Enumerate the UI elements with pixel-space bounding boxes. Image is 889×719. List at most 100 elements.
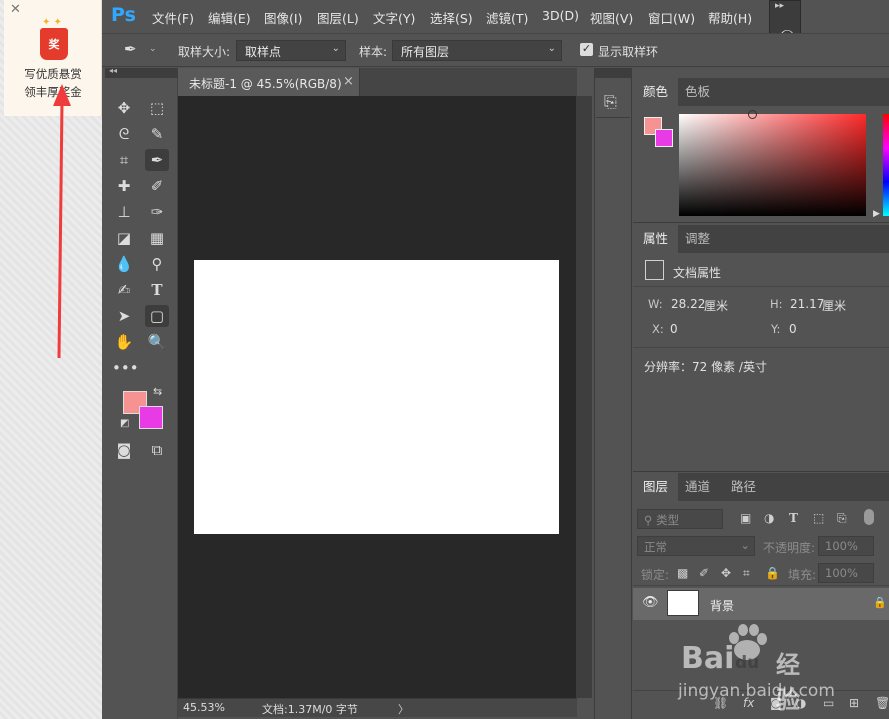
tab-paths[interactable]: 路径 bbox=[721, 473, 766, 501]
menu-view[interactable]: 视图(V) bbox=[590, 8, 633, 27]
zoom-level[interactable]: 45.53% bbox=[183, 701, 225, 714]
document-tab[interactable]: 未标题-1 @ 45.5%(RGB/8) × bbox=[178, 68, 360, 96]
opacity-input[interactable]: 100% bbox=[818, 536, 874, 556]
menu-edit[interactable]: 编辑(E) bbox=[208, 8, 251, 27]
tab-swatches[interactable]: 色板 bbox=[675, 78, 720, 106]
height-value[interactable]: 21.17 bbox=[790, 297, 824, 311]
tab-channels[interactable]: 通道 bbox=[675, 473, 720, 501]
menu-layer[interactable]: 图层(L) bbox=[317, 8, 359, 27]
layers-panel-tabs: 图层 通道 路径 bbox=[633, 473, 889, 501]
filter-adjustment-icon[interactable]: ◑ bbox=[764, 511, 774, 525]
tab-layers[interactable]: 图层 bbox=[633, 473, 679, 501]
menu-3d[interactable]: 3D(D) bbox=[542, 8, 579, 23]
layer-thumbnail[interactable] bbox=[667, 590, 699, 616]
eyedropper-tool-preset-icon[interactable]: ✒ bbox=[124, 40, 137, 58]
filter-pixel-icon[interactable]: ▣ bbox=[740, 511, 751, 525]
move-tool-icon[interactable]: ✥ bbox=[112, 97, 136, 119]
blend-mode-value: 正常 bbox=[644, 540, 667, 554]
hue-slider-handle-icon[interactable]: ▶ bbox=[873, 209, 880, 219]
close-icon[interactable]: ✕ bbox=[10, 2, 21, 17]
collapse-icon[interactable]: ◂◂ bbox=[109, 66, 117, 75]
tab-color[interactable]: 颜色 bbox=[633, 78, 679, 106]
rectangle-tool-icon[interactable]: ▢ bbox=[145, 305, 169, 327]
color-picker-field[interactable] bbox=[679, 114, 866, 216]
eyedropper-tool-icon[interactable]: ✒ bbox=[145, 149, 169, 171]
menu-image[interactable]: 图像(I) bbox=[264, 8, 302, 27]
color-picker-cursor[interactable] bbox=[748, 110, 757, 119]
document-size-info[interactable]: 文档:1.37M/0 字节 bbox=[262, 701, 358, 717]
color-panel-background-swatch[interactable] bbox=[655, 129, 673, 147]
y-value[interactable]: 0 bbox=[789, 322, 797, 336]
screen-mode-icon[interactable]: ⧉ bbox=[145, 439, 169, 461]
hand-tool-icon[interactable]: ✋ bbox=[112, 331, 136, 353]
tab-adjustments[interactable]: 调整 bbox=[675, 225, 720, 253]
menu-type[interactable]: 文字(Y) bbox=[373, 8, 415, 27]
menu-filter[interactable]: 滤镜(T) bbox=[486, 8, 528, 27]
filter-shape-icon[interactable]: ⬚ bbox=[813, 511, 824, 525]
tab-properties[interactable]: 属性 bbox=[633, 225, 679, 253]
filter-toggle[interactable] bbox=[864, 509, 874, 525]
x-value[interactable]: 0 bbox=[670, 322, 678, 336]
pen-tool-icon[interactable]: ✍ bbox=[112, 279, 136, 301]
gradient-tool-icon[interactable]: ▦ bbox=[145, 227, 169, 249]
lock-image-icon[interactable]: ✐ bbox=[699, 566, 709, 580]
menu-window[interactable]: 窗口(W) bbox=[648, 8, 695, 27]
chevron-down-icon[interactable]: ⌄ bbox=[149, 44, 157, 54]
quick-mask-icon[interactable]: ◙ bbox=[112, 439, 136, 461]
blur-tool-icon[interactable]: 💧 bbox=[112, 253, 136, 275]
document-icon bbox=[645, 260, 664, 280]
chevron-down-icon: ⌄ bbox=[740, 538, 750, 552]
show-sampling-ring-checkbox[interactable]: ✓ bbox=[580, 43, 593, 56]
watermark-brand-du: du bbox=[735, 653, 760, 673]
new-layer-icon[interactable]: ⊞ bbox=[849, 696, 859, 710]
status-menu-arrow-icon[interactable]: 〉 bbox=[398, 701, 409, 717]
history-brush-tool-icon[interactable]: ✑ bbox=[145, 201, 169, 223]
chevron-down-icon: ⌄ bbox=[547, 43, 556, 54]
filter-smart-object-icon[interactable]: ⎘ bbox=[837, 511, 847, 526]
background-color-swatch[interactable] bbox=[139, 406, 163, 429]
more-tools-icon[interactable]: ••• bbox=[112, 357, 139, 379]
quick-selection-tool-icon[interactable]: ✎ bbox=[145, 123, 169, 145]
sample-layers-value: 所有图层 bbox=[401, 45, 450, 59]
hue-slider[interactable] bbox=[883, 114, 889, 216]
zoom-tool-icon[interactable]: 🔍 bbox=[145, 331, 169, 353]
lock-artboard-icon[interactable]: ⌗ bbox=[743, 566, 750, 581]
close-icon[interactable]: × bbox=[343, 74, 354, 89]
brush-tool-icon[interactable]: ✐ bbox=[145, 175, 169, 197]
lock-all-icon[interactable]: 🔒 bbox=[765, 566, 780, 580]
eraser-tool-icon[interactable]: ◪ bbox=[112, 227, 136, 249]
width-value[interactable]: 28.22 bbox=[671, 297, 705, 311]
blend-mode-select[interactable]: 正常 ⌄ bbox=[637, 536, 755, 556]
menu-help[interactable]: 帮助(H) bbox=[708, 8, 752, 27]
lock-transparent-icon[interactable]: ▩ bbox=[677, 566, 688, 580]
sample-layers-select[interactable]: 所有图层 ⌄ bbox=[392, 40, 562, 61]
panel-dock-header[interactable] bbox=[594, 68, 632, 78]
lock-position-icon[interactable]: ✥ bbox=[721, 566, 731, 580]
sample-size-select[interactable]: 取样点 ⌄ bbox=[236, 40, 346, 61]
swap-colors-icon[interactable]: ⇆ bbox=[153, 385, 162, 398]
watermark-url: jingyan.baidu.com bbox=[678, 681, 835, 701]
layer-name[interactable]: 背景 bbox=[710, 597, 734, 614]
vertical-scrollbar[interactable] bbox=[576, 96, 592, 698]
document-canvas[interactable] bbox=[194, 260, 559, 534]
clone-stamp-tool-icon[interactable]: ⊥ bbox=[112, 201, 136, 223]
dodge-tool-icon[interactable]: ⚲ bbox=[145, 253, 169, 275]
lasso-tool-icon[interactable]: ᘓ bbox=[112, 123, 136, 145]
menu-file[interactable]: 文件(F) bbox=[152, 8, 194, 27]
layer-filter-select[interactable]: ⚲ 类型 bbox=[637, 509, 723, 529]
healing-brush-tool-icon[interactable]: ✚ bbox=[112, 175, 136, 197]
fill-input[interactable]: 100% bbox=[818, 563, 874, 583]
color-panel-tabs: 颜色 色板 bbox=[633, 78, 889, 106]
marquee-tool-icon[interactable]: ⬚ bbox=[145, 97, 169, 119]
default-colors-icon[interactable]: ◩ bbox=[120, 418, 129, 429]
delete-layer-trash-icon[interactable]: 🗑 bbox=[875, 696, 889, 710]
menu-select[interactable]: 选择(S) bbox=[430, 8, 473, 27]
filter-type-icon[interactable]: T bbox=[789, 511, 798, 525]
expand-icon[interactable]: ▸▸ bbox=[775, 1, 784, 11]
crop-tool-icon[interactable]: ⌗ bbox=[112, 149, 136, 171]
properties-toggle-icon[interactable]: ⎘ bbox=[604, 92, 617, 112]
tools-panel-header[interactable]: ◂◂ bbox=[105, 66, 178, 78]
path-selection-tool-icon[interactable]: ➤ bbox=[112, 305, 136, 327]
layer-visibility-eye-icon[interactable]: 👁 bbox=[642, 595, 659, 610]
type-tool-icon[interactable]: T bbox=[145, 279, 169, 301]
